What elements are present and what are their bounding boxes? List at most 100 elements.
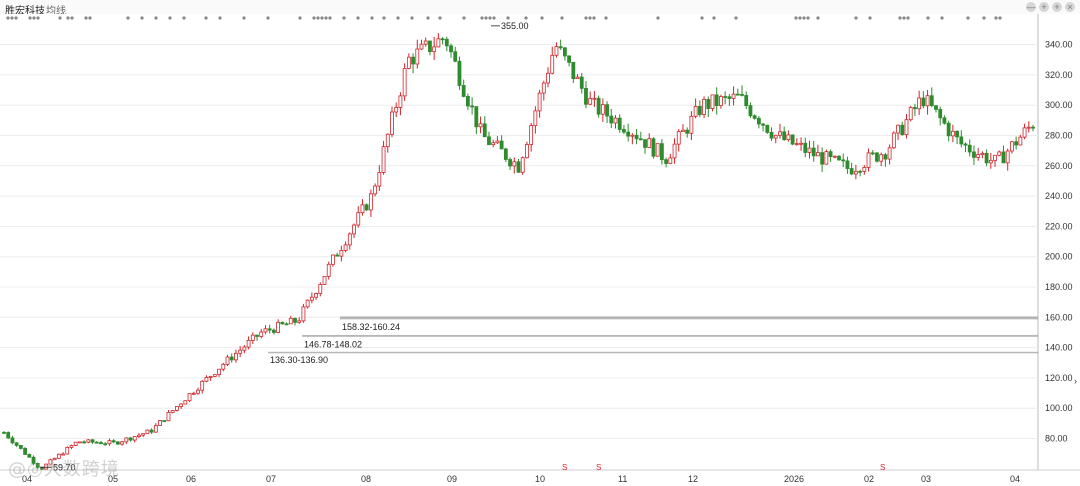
candle-body: [381, 146, 386, 173]
candle-body: [419, 43, 424, 50]
y-tick-label: 340.00: [1045, 40, 1073, 50]
event-dot: [382, 16, 386, 20]
event-dot: [584, 16, 588, 20]
candle-body: [896, 124, 900, 134]
event-dot: [396, 16, 400, 20]
event-dot: [154, 16, 158, 20]
candle-body: [786, 134, 791, 141]
high-price-label: 355.00: [501, 21, 529, 31]
event-dot: [438, 16, 442, 20]
candle-body: [634, 134, 639, 140]
candle-body: [162, 420, 167, 422]
candle-body: [832, 155, 837, 158]
candle-body: [567, 55, 572, 63]
candle-body: [360, 204, 365, 214]
candle-body: [794, 143, 799, 146]
event-dot: [816, 16, 820, 20]
candle-body: [65, 447, 70, 455]
y-tick-label: 200.00: [1045, 252, 1073, 262]
candle-body: [234, 352, 238, 361]
candle-body: [807, 147, 812, 153]
candle-body: [735, 93, 740, 96]
candle-body: [541, 82, 546, 94]
candle-body: [575, 76, 580, 79]
candle-body: [811, 147, 816, 157]
event-dot: [480, 16, 484, 20]
candle-body: [955, 130, 959, 138]
event-dot: [982, 16, 986, 20]
candle-body: [368, 193, 373, 211]
x-tick-label: 04: [1010, 474, 1020, 484]
event-dot: [994, 16, 998, 20]
candle-body: [128, 437, 133, 441]
event-dot: [410, 16, 414, 20]
candle-body: [191, 392, 196, 395]
signal-s-marker: S: [596, 463, 601, 472]
candle-body: [158, 420, 162, 426]
candle-body: [415, 48, 420, 65]
candle-body: [187, 393, 192, 402]
candle-body: [124, 437, 129, 443]
candle-body: [900, 124, 905, 136]
candle-body: [824, 151, 829, 165]
candle-body: [200, 380, 205, 391]
candle-body: [765, 124, 770, 133]
event-dot: [798, 16, 802, 20]
candle-body: [769, 132, 774, 139]
candle-body: [592, 97, 597, 100]
candle-body: [78, 441, 82, 444]
watermark-logo: @◎大数跨境: [8, 459, 120, 480]
event-dot: [426, 16, 430, 20]
support-band: [302, 334, 1038, 337]
candle-body: [913, 107, 917, 110]
candle-body: [280, 321, 285, 325]
event-dot: [204, 16, 208, 20]
y-tick-label: 320.00: [1045, 70, 1073, 80]
y-tick-label: 160.00: [1045, 312, 1073, 322]
event-dot: [218, 16, 222, 20]
event-dot: [356, 16, 360, 20]
candle-body: [984, 152, 989, 164]
event-dot: [84, 16, 88, 20]
event-dot: [342, 16, 346, 20]
candle-body: [959, 136, 964, 145]
event-dot: [940, 16, 944, 20]
candle-body: [630, 134, 635, 137]
candle-body: [672, 143, 677, 159]
event-dot: [492, 16, 496, 20]
candle-body: [946, 122, 951, 137]
candle-body: [406, 56, 411, 69]
candle-body: [364, 204, 369, 211]
event-dot: [488, 16, 492, 20]
event-dot: [328, 16, 332, 20]
event-dot: [868, 16, 872, 20]
candle-body: [229, 356, 234, 361]
candle-body: [904, 119, 909, 136]
event-dot: [560, 16, 564, 20]
event-dot: [126, 16, 130, 20]
candle-body: [727, 96, 732, 99]
candle-body: [1010, 141, 1014, 152]
x-tick-label: 06: [186, 474, 196, 484]
candle-body: [1018, 136, 1023, 146]
candle-body: [288, 317, 293, 325]
x-tick-label: 2026: [784, 474, 804, 484]
candle-body: [681, 129, 685, 132]
candle-body: [1005, 150, 1010, 164]
candle-body: [107, 440, 112, 445]
candle-body: [246, 339, 251, 348]
candle-body: [495, 140, 500, 144]
candle-body: [14, 442, 19, 446]
candle-body: [499, 140, 504, 150]
candle-body: [689, 115, 694, 134]
candle-body: [255, 334, 259, 337]
candle-body: [259, 331, 264, 337]
event-dot: [182, 16, 186, 20]
candle-body: [208, 375, 213, 378]
candle-body: [250, 334, 255, 341]
event-dot: [6, 16, 10, 20]
candle-body: [579, 76, 584, 89]
candle-body: [719, 96, 723, 107]
candle-body: [879, 154, 884, 162]
candle-body: [474, 106, 479, 128]
